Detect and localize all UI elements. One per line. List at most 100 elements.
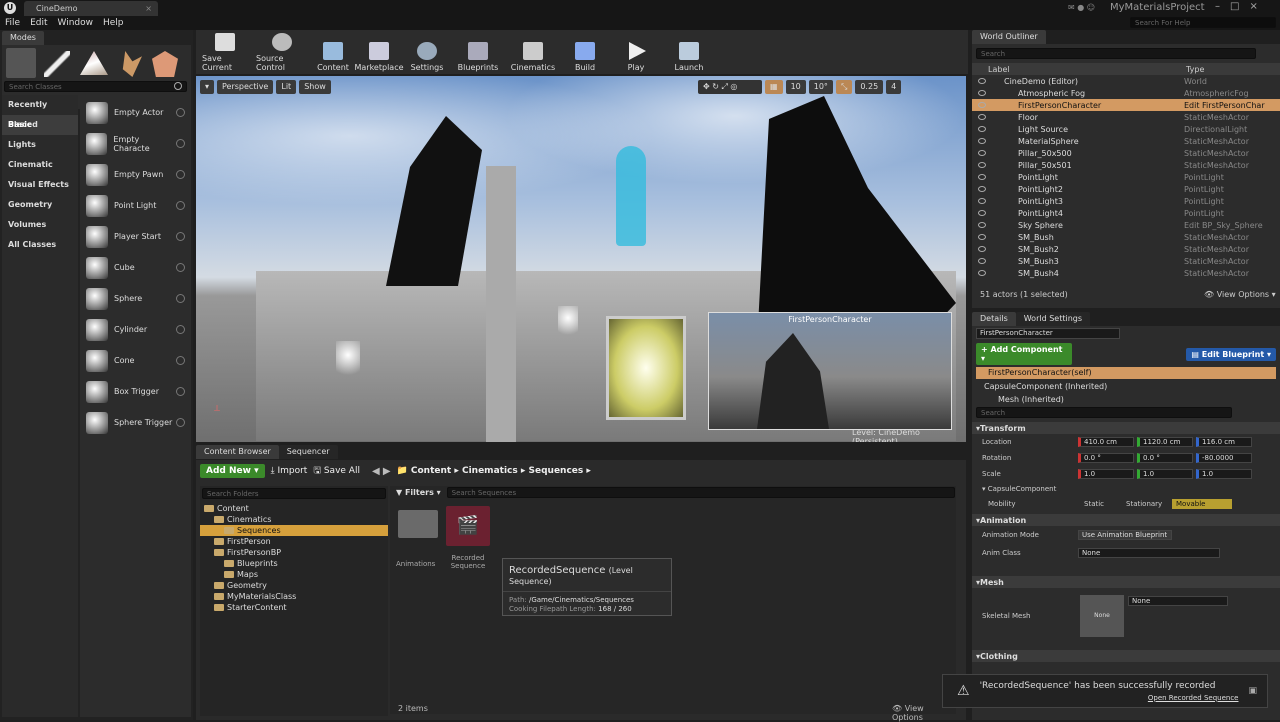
menu-window[interactable]: Window: [53, 16, 99, 30]
cinematics-button[interactable]: Cinematics: [506, 32, 560, 72]
stationary-option[interactable]: Stationary: [1126, 500, 1172, 508]
outliner-row[interactable]: Pillar_50x500 StaticMeshActor: [972, 147, 1280, 159]
outliner-row[interactable]: SM_Bush3 StaticMeshActor: [972, 255, 1280, 267]
location-z-input[interactable]: 116.0 cm: [1196, 437, 1252, 447]
visibility-icon[interactable]: [978, 210, 986, 216]
outliner-row[interactable]: Light Source DirectionalLight: [972, 123, 1280, 135]
marketplace-button[interactable]: Marketplace: [354, 32, 404, 72]
search-sequences-input[interactable]: Search Sequences: [446, 486, 955, 498]
folder-tree-item[interactable]: Content: [200, 503, 388, 514]
transform-section[interactable]: ▾ Transform: [972, 422, 1280, 434]
help-icon[interactable]: [176, 356, 185, 365]
outliner-row[interactable]: MaterialSphere StaticMeshActor: [972, 135, 1280, 147]
save-all-button[interactable]: 🖫 Save All: [313, 463, 360, 479]
animation-section[interactable]: ▾ Animation: [972, 514, 1280, 526]
folder-tree-item[interactable]: Maps: [200, 569, 388, 580]
help-icon[interactable]: [176, 294, 185, 303]
category-volumes[interactable]: Volumes: [2, 215, 78, 235]
visibility-icon[interactable]: [978, 246, 986, 252]
category-visual-effects[interactable]: Visual Effects: [2, 175, 78, 195]
actor-item[interactable]: Empty Actor: [80, 97, 191, 128]
component-self[interactable]: FirstPersonCharacter(self): [976, 367, 1276, 379]
content-button[interactable]: Content: [312, 32, 354, 72]
mesh-thumbnail[interactable]: None: [1080, 595, 1124, 637]
level-viewport[interactable]: ▾ Perspective Lit Show ✥ ↻ ⤢ ◎ ▦ 10 10° …: [196, 76, 966, 442]
rotation-z-input[interactable]: -80.0000: [1196, 453, 1252, 463]
visibility-icon[interactable]: [978, 186, 986, 192]
level-tab[interactable]: CineDemo ×: [24, 1, 158, 16]
notification-icons[interactable]: ✉ ● ☺: [1068, 3, 1095, 12]
source-control-button[interactable]: Source Control: [252, 32, 312, 72]
details-search-input[interactable]: Search: [976, 407, 1232, 418]
world-settings-tab[interactable]: World Settings: [1015, 312, 1091, 326]
breadcrumb-cinematics[interactable]: Cinematics: [462, 466, 518, 476]
clothing-section[interactable]: ▾ Clothing: [972, 650, 1280, 662]
window-controls[interactable]: –□×: [1215, 1, 1268, 12]
menu-file[interactable]: File: [0, 16, 25, 30]
location-x-input[interactable]: 410.0 cm: [1078, 437, 1134, 447]
outliner-row[interactable]: Floor StaticMeshActor: [972, 111, 1280, 123]
outliner-row[interactable]: SM_Bush2 StaticMeshActor: [972, 243, 1280, 255]
dismiss-icon[interactable]: ▣: [1248, 686, 1257, 696]
actor-item[interactable]: Point Light: [80, 190, 191, 221]
folder-tree-item[interactable]: Geometry: [200, 580, 388, 591]
add-new-button[interactable]: Add New ▾: [200, 464, 265, 478]
visibility-icon[interactable]: [978, 78, 986, 84]
modes-tab[interactable]: Modes: [2, 31, 44, 45]
actor-item[interactable]: Sphere Trigger: [80, 407, 191, 438]
help-icon[interactable]: [176, 232, 185, 241]
visibility-icon[interactable]: [978, 270, 986, 276]
folder-tree-item[interactable]: Blueprints: [200, 558, 388, 569]
nav-arrows[interactable]: ◀ ▶: [372, 466, 391, 477]
folder-tree-item[interactable]: StarterContent: [200, 602, 388, 613]
outliner-row[interactable]: PointLight2 PointLight: [972, 183, 1280, 195]
actor-item[interactable]: Cube: [80, 252, 191, 283]
component-capsule[interactable]: CapsuleComponent (Inherited): [976, 381, 1276, 393]
visibility-icon[interactable]: [978, 198, 986, 204]
rotation-x-input[interactable]: 0.0 °: [1078, 453, 1134, 463]
play-button[interactable]: Play: [610, 32, 662, 72]
visibility-icon[interactable]: [978, 126, 986, 132]
category-recently-placed[interactable]: Recently Placed: [2, 95, 78, 129]
static-option[interactable]: Static: [1084, 500, 1126, 508]
mesh-section[interactable]: ▾ Mesh: [972, 576, 1280, 588]
outliner-search-input[interactable]: Search: [976, 48, 1256, 59]
open-recorded-sequence-link[interactable]: Open Recorded Sequence: [980, 694, 1239, 702]
visibility-icon[interactable]: [978, 222, 986, 228]
save-current-button[interactable]: Save Current: [198, 32, 252, 72]
outliner-row[interactable]: SM_Bush StaticMeshActor: [972, 231, 1280, 243]
scale-y-input[interactable]: 1.0: [1137, 469, 1193, 479]
outliner-row[interactable]: Sky Sphere Edit BP_Sky_Sphere: [972, 219, 1280, 231]
visibility-icon[interactable]: [978, 258, 986, 264]
category-all-classes[interactable]: All Classes: [2, 235, 78, 255]
visibility-icon[interactable]: [978, 102, 986, 108]
outliner-row[interactable]: Atmospheric Fog AtmosphericFog: [972, 87, 1280, 99]
outliner-row[interactable]: PointLight4 PointLight: [972, 207, 1280, 219]
visibility-icon[interactable]: [978, 234, 986, 240]
search-folders-input[interactable]: Search Folders: [202, 488, 386, 499]
edit-blueprint-button[interactable]: ▤ Edit Blueprint ▾: [1186, 347, 1276, 361]
launch-button[interactable]: Launch: [662, 32, 716, 72]
outliner-row[interactable]: SM_Bush4 StaticMeshActor: [972, 267, 1280, 279]
landscape-mode-icon[interactable]: [80, 51, 108, 75]
rotation-snap-value[interactable]: 10°: [808, 80, 833, 94]
actor-item[interactable]: Sphere: [80, 283, 191, 314]
folder-tree-item[interactable]: Sequences: [200, 525, 388, 536]
help-search-input[interactable]: Search For Help: [1130, 17, 1276, 28]
menu-edit[interactable]: Edit: [25, 16, 52, 30]
blueprints-button[interactable]: Blueprints: [450, 32, 506, 72]
actor-item[interactable]: Box Trigger: [80, 376, 191, 407]
component-mesh[interactable]: Mesh (Inherited): [976, 395, 1276, 405]
actor-name-field[interactable]: FirstPersonCharacter: [976, 328, 1120, 339]
add-component-button[interactable]: + Add Component ▾: [976, 343, 1072, 365]
settings-button[interactable]: Settings: [404, 32, 450, 72]
breadcrumb-content[interactable]: Content: [411, 466, 451, 476]
grid-snap-icon[interactable]: ▦: [765, 80, 783, 94]
folder-tree-item[interactable]: MyMaterialsClass: [200, 591, 388, 602]
help-icon[interactable]: [176, 418, 185, 427]
actor-item[interactable]: Player Start: [80, 221, 191, 252]
visibility-icon[interactable]: [978, 90, 986, 96]
mesh-dropdown[interactable]: None: [1128, 596, 1228, 606]
show-button[interactable]: Show: [299, 80, 331, 94]
sequencer-tab[interactable]: Sequencer: [278, 445, 338, 459]
